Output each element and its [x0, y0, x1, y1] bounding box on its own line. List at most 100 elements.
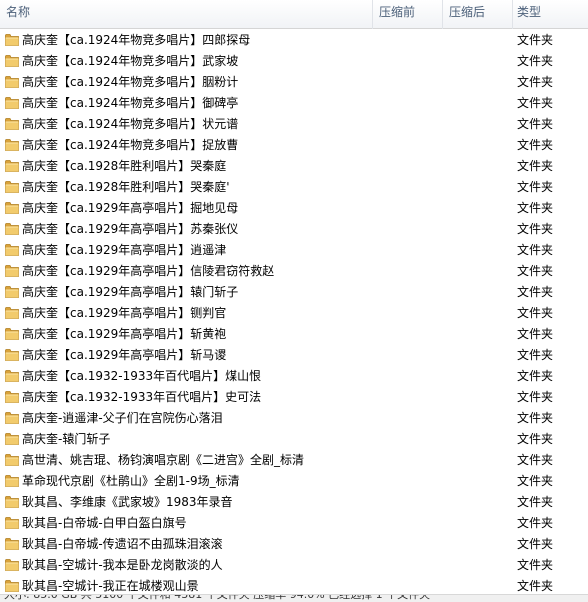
file-name: 高庆奎【ca.1924年物竞多唱片】御碑亭 [22, 96, 239, 110]
column-size-after-header[interactable]: 压缩后 [443, 0, 513, 29]
list-item[interactable]: 高庆奎【ca.1932-1933年百代唱片】史可法 文件夹 [0, 387, 588, 408]
list-item[interactable]: 高庆奎【ca.1924年物竞多唱片】四郎探母 文件夹 [0, 30, 588, 51]
file-type: 文件夹 [517, 537, 554, 551]
file-type: 文件夹 [517, 474, 554, 488]
list-item[interactable]: 高庆奎【ca.1929年高亭唱片】苏秦张仪 文件夹 [0, 219, 588, 240]
file-name: 高庆奎【ca.1924年物竞多唱片】胭粉计 [22, 75, 239, 89]
file-type: 文件夹 [517, 369, 554, 383]
file-type: 文件夹 [517, 411, 554, 425]
file-type: 文件夹 [517, 159, 554, 173]
list-item[interactable]: 耿其昌-空城计-我本是卧龙岗散淡的人 文件夹 [0, 555, 588, 576]
folder-icon [5, 433, 19, 445]
file-type: 文件夹 [517, 306, 554, 320]
file-name: 高庆奎【ca.1929年高亭唱片】辕门斩子 [22, 285, 239, 299]
file-name: 高庆奎【ca.1929年高亭唱片】斩马谡 [22, 348, 227, 362]
list-item[interactable]: 耿其昌-白帝城-传遗诏不由孤珠泪滚滚 文件夹 [0, 534, 588, 555]
list-item[interactable]: 高庆奎【ca.1929年高亭唱片】斩黄袍 文件夹 [0, 324, 588, 345]
folder-icon [5, 181, 19, 193]
list-item[interactable]: 高庆奎-辕门斩子 文件夹 [0, 429, 588, 450]
list-item[interactable]: 高庆奎【ca.1929年高亭唱片】信陵君窃符救赵 文件夹 [0, 261, 588, 282]
file-type: 文件夹 [517, 390, 554, 404]
list-item[interactable]: 高庆奎-逍遥津-父子们在宫院伤心落泪 文件夹 [0, 408, 588, 429]
folder-icon [5, 265, 19, 277]
file-name: 高庆奎【ca.1929年高亭唱片】逍遥津 [22, 243, 227, 257]
list-item[interactable]: 耿其昌-白帝城-白甲白盔白旗号 文件夹 [0, 513, 588, 534]
file-type: 文件夹 [517, 327, 554, 341]
file-name: 高庆奎【ca.1932-1933年百代唱片】史可法 [22, 390, 262, 404]
folder-icon [5, 412, 19, 424]
folder-icon [5, 475, 19, 487]
file-name: 高庆奎【ca.1924年物竞多唱片】状元谱 [22, 117, 239, 131]
list-item[interactable]: 高庆奎【ca.1924年物竞多唱片】武家坡 文件夹 [0, 51, 588, 72]
file-type: 文件夹 [517, 495, 554, 509]
folder-icon [5, 97, 19, 109]
folder-icon [5, 76, 19, 88]
folder-icon [5, 55, 19, 67]
status-text: 大小: 85.0 GB 共 5100 个文件和 4381 个文件夹 压缩率 94… [4, 594, 431, 601]
list-item[interactable]: 高庆奎【ca.1924年物竞多唱片】捉放曹 文件夹 [0, 135, 588, 156]
file-name: 高庆奎【ca.1928年胜利唱片】哭秦庭 [22, 159, 227, 173]
list-item[interactable]: 高庆奎【ca.1929年高亭唱片】辕门斩子 文件夹 [0, 282, 588, 303]
column-type-header[interactable]: 类型 [513, 0, 588, 29]
file-name: 高庆奎【ca.1924年物竞多唱片】武家坡 [22, 54, 239, 68]
folder-icon [5, 559, 19, 571]
list-item[interactable]: 耿其昌、李维康《武家坡》1983年录音 文件夹 [0, 492, 588, 513]
column-header: 名称 压缩前 压缩后 类型 [0, 0, 588, 29]
file-list: 高庆奎【ca.1924年物竞多唱片】四郎探母 文件夹 高庆奎【ca.1924年物竞多… [0, 30, 588, 597]
file-type: 文件夹 [517, 33, 554, 47]
file-name: 高庆奎【ca.1932-1933年百代唱片】煤山恨 [22, 369, 262, 383]
folder-icon [5, 34, 19, 46]
file-type: 文件夹 [517, 432, 554, 446]
folder-icon [5, 496, 19, 508]
list-item[interactable]: 高庆奎【ca.1932-1933年百代唱片】煤山恨 文件夹 [0, 366, 588, 387]
list-item[interactable]: 高庆奎【ca.1928年胜利唱片】哭秦庭 文件夹 [0, 156, 588, 177]
status-bar: 大小: 85.0 GB 共 5100 个文件和 4381 个文件夹 压缩率 94… [0, 594, 588, 602]
file-type: 文件夹 [517, 54, 554, 68]
file-name: 高庆奎【ca.1924年物竞多唱片】四郎探母 [22, 33, 251, 47]
file-type: 文件夹 [517, 558, 554, 572]
folder-icon [5, 223, 19, 235]
file-type: 文件夹 [517, 96, 554, 110]
column-name-header[interactable]: 名称 [0, 0, 373, 29]
folder-icon [5, 202, 19, 214]
folder-icon [5, 538, 19, 550]
file-name: 高庆奎-逍遥津-父子们在宫院伤心落泪 [22, 411, 223, 425]
folder-icon [5, 139, 19, 151]
folder-icon [5, 454, 19, 466]
column-size-before-header[interactable]: 压缩前 [373, 0, 443, 29]
folder-icon [5, 160, 19, 172]
file-type: 文件夹 [517, 516, 554, 530]
list-item[interactable]: 高庆奎【ca.1929年高亭唱片】铡判官 文件夹 [0, 303, 588, 324]
list-item[interactable]: 高庆奎【ca.1929年高亭唱片】斩马谡 文件夹 [0, 345, 588, 366]
file-name: 高庆奎【ca.1929年高亭唱片】掘地见母 [22, 201, 239, 215]
file-name: 耿其昌、李维康《武家坡》1983年录音 [22, 495, 233, 509]
folder-icon [5, 580, 19, 592]
list-item[interactable]: 革命现代京剧《杜鹃山》全剧1-9场_标清 文件夹 [0, 471, 588, 492]
list-item[interactable]: 高庆奎【ca.1924年物竞多唱片】状元谱 文件夹 [0, 114, 588, 135]
file-name: 高庆奎【ca.1929年高亭唱片】信陵君窃符救赵 [22, 264, 275, 278]
file-name: 耿其昌-白帝城-传遗诏不由孤珠泪滚滚 [22, 537, 223, 551]
list-item[interactable]: 高世清、姚吉琨、杨钧演唱京剧《二进宫》全剧_标清 文件夹 [0, 450, 588, 471]
file-name: 高庆奎-辕门斩子 [22, 432, 111, 446]
file-name: 高庆奎【ca.1929年高亭唱片】苏秦张仪 [22, 222, 239, 236]
file-type: 文件夹 [517, 264, 554, 278]
file-type: 文件夹 [517, 285, 554, 299]
file-type: 文件夹 [517, 222, 554, 236]
folder-icon [5, 370, 19, 382]
list-item[interactable]: 高庆奎【ca.1924年物竞多唱片】御碑亭 文件夹 [0, 93, 588, 114]
file-type: 文件夹 [517, 453, 554, 467]
folder-icon [5, 391, 19, 403]
folder-icon [5, 517, 19, 529]
file-name: 高庆奎【ca.1929年高亭唱片】斩黄袍 [22, 327, 227, 341]
file-type: 文件夹 [517, 348, 554, 362]
list-item[interactable]: 高庆奎【ca.1924年物竞多唱片】胭粉计 文件夹 [0, 72, 588, 93]
file-type: 文件夹 [517, 138, 554, 152]
list-item[interactable]: 高庆奎【ca.1928年胜利唱片】哭秦庭' 文件夹 [0, 177, 588, 198]
folder-icon [5, 244, 19, 256]
file-name: 耿其昌-空城计-我本是卧龙岗散淡的人 [22, 558, 223, 572]
folder-icon [5, 328, 19, 340]
list-item[interactable]: 高庆奎【ca.1929年高亭唱片】逍遥津 文件夹 [0, 240, 588, 261]
file-name: 高庆奎【ca.1924年物竞多唱片】捉放曹 [22, 138, 239, 152]
list-item[interactable]: 高庆奎【ca.1929年高亭唱片】掘地见母 文件夹 [0, 198, 588, 219]
file-name: 耿其昌-白帝城-白甲白盔白旗号 [22, 516, 187, 530]
